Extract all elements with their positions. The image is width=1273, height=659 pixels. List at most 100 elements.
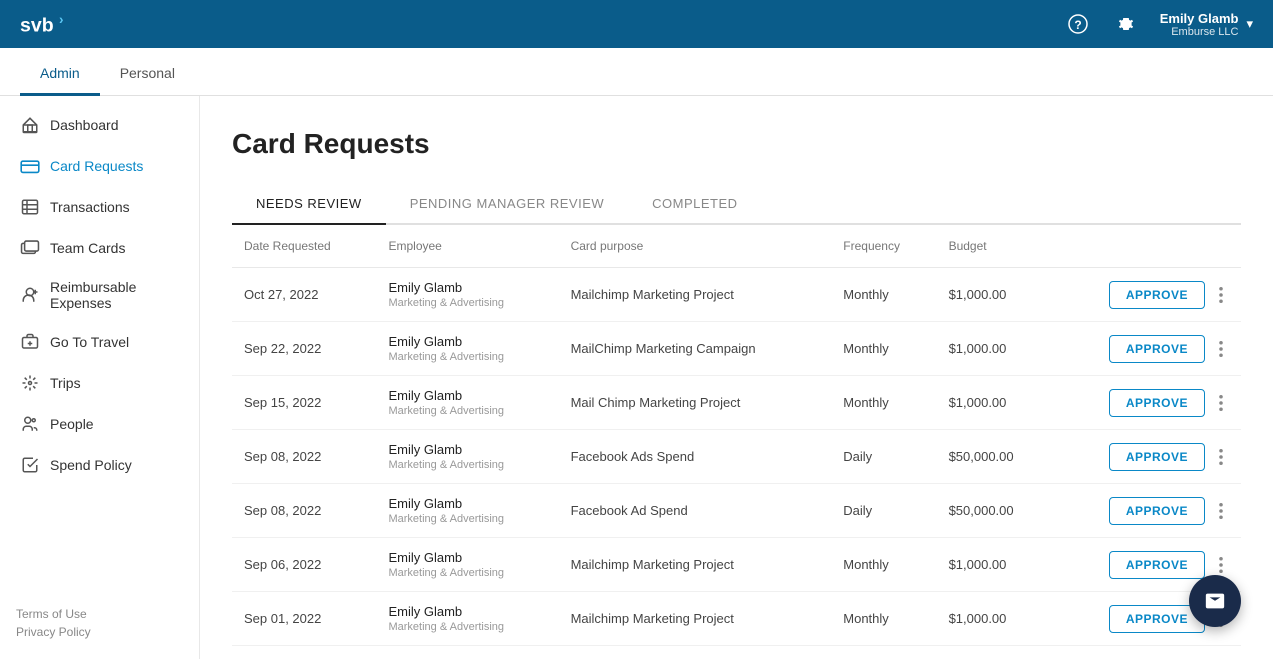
purpose-cell: MailChimp Marketing Campaign [559,322,832,376]
approve-button[interactable]: APPROVE [1109,551,1205,579]
sidebar-item-people-label: People [50,416,94,432]
employee-name: Emily Glamb [388,604,546,619]
frequency-cell: Monthly [831,376,936,430]
employee-dept: Marketing & Advertising [388,567,546,579]
table-body: Oct 27, 2022 Emily Glamb Marketing & Adv… [232,268,1241,659]
user-menu[interactable]: Emily Glamb Emburse LLC ▾ [1160,11,1253,38]
approve-button[interactable]: APPROVE [1109,389,1205,417]
date-cell: Oct 27, 2022 [232,268,376,322]
user-chevron: ▾ [1246,16,1253,32]
user-company: Emburse LLC [1171,26,1238,38]
help-icon[interactable]: ? [1064,10,1092,38]
sidebar-item-trips-label: Trips [50,375,81,391]
sidebar-item-people[interactable]: People [4,404,195,444]
actions-cell: APPROVE [1053,322,1241,376]
sidebar-item-card-requests[interactable]: Card Requests [4,146,195,186]
travel-icon [20,332,40,352]
team-cards-icon [20,238,40,258]
employee-name: Emily Glamb [388,334,546,349]
sidebar-item-spend-policy-label: Spend Policy [50,457,132,473]
frequency-cell: Monthly [831,268,936,322]
employee-cell: Emily Glamb Marketing & Advertising [376,592,558,646]
sidebar-item-dashboard[interactable]: Dashboard [4,105,195,145]
tab-pending-manager-review[interactable]: PENDING MANAGER REVIEW [386,184,628,225]
date-cell: Sep 22, 2022 [232,322,376,376]
actions-cell: APPROVE [1053,268,1241,322]
content-tabs: NEEDS REVIEW PENDING MANAGER REVIEW COMP… [232,184,1241,225]
privacy-policy-link[interactable]: Privacy Policy [16,625,183,639]
svg-text:?: ? [1074,18,1081,32]
col-employee: Employee [376,225,558,268]
frequency-cell: Monthly [831,322,936,376]
employee-name: Emily Glamb [388,280,546,295]
sidebar-item-go-to-travel-label: Go To Travel [50,334,129,350]
svg-text:›: › [59,12,64,27]
sidebar-item-transactions[interactable]: Transactions [4,187,195,227]
top-nav: svb › ? Emily Glamb Emburse LLC ▾ [0,0,1273,48]
sidebar-item-team-cards[interactable]: Team Cards [4,228,195,268]
layout: Dashboard Card Requests [0,96,1273,659]
table-row: Sep 08, 2022 Emily Glamb Marketing & Adv… [232,484,1241,538]
frequency-cell: Daily [831,430,936,484]
more-options-button[interactable] [1213,391,1229,415]
house-icon [20,115,40,135]
approve-button[interactable]: APPROVE [1109,443,1205,471]
table-row: Aug 25, 2022 Emily Glamb Marketing & Adv… [232,646,1241,659]
approve-button[interactable]: APPROVE [1109,335,1205,363]
frequency-cell: Monthly [831,538,936,592]
terms-of-use-link[interactable]: Terms of Use [16,607,183,621]
page-title: Card Requests [232,128,1241,160]
approve-button[interactable]: APPROVE [1109,281,1205,309]
purpose-cell: Mailchimp Marketing Project [559,268,832,322]
more-options-button[interactable] [1213,553,1229,577]
logo[interactable]: svb › [20,9,80,39]
tab-personal[interactable]: Personal [100,53,195,96]
table-head: Date Requested Employee Card purpose Fre… [232,225,1241,268]
budget-cell: $1,000.00 [937,592,1053,646]
sidebar-item-reimbursable-expenses[interactable]: Reimbursable Expenses [4,269,195,321]
col-frequency: Frequency [831,225,936,268]
date-cell: Sep 15, 2022 [232,376,376,430]
sidebar-footer: Terms of Use Privacy Policy [0,591,199,659]
date-cell: Aug 25, 2022 [232,646,376,659]
tab-completed[interactable]: COMPLETED [628,184,761,225]
employee-dept: Marketing & Advertising [388,621,546,633]
actions-cell: APPROVE [1053,430,1241,484]
date-cell: Sep 06, 2022 [232,538,376,592]
more-options-button[interactable] [1213,499,1229,523]
table-row: Sep 15, 2022 Emily Glamb Marketing & Adv… [232,376,1241,430]
sidebar-item-go-to-travel[interactable]: Go To Travel [4,322,195,362]
purpose-cell: Facebook Ads Spend [559,430,832,484]
actions-cell: APPROVE [1053,646,1241,659]
sidebar-item-trips[interactable]: Trips [4,363,195,403]
employee-cell: Emily Glamb Marketing & Advertising [376,484,558,538]
employee-name: Emily Glamb [388,442,546,457]
approve-button[interactable]: APPROVE [1109,497,1205,525]
table-row: Sep 08, 2022 Emily Glamb Marketing & Adv… [232,430,1241,484]
budget-cell: $50,000.00 [937,484,1053,538]
employee-name: Emily Glamb [388,496,546,511]
table-row: Oct 27, 2022 Emily Glamb Marketing & Adv… [232,268,1241,322]
col-actions [1053,225,1241,268]
card-requests-table: Date Requested Employee Card purpose Fre… [232,225,1241,659]
main-content: Card Requests NEEDS REVIEW PENDING MANAG… [200,96,1273,659]
employee-dept: Marketing & Advertising [388,297,546,309]
purpose-cell: Mail Chimp Marketing Project [559,376,832,430]
sidebar-item-transactions-label: Transactions [50,199,130,215]
employee-cell: Emily Glamb Marketing & Advertising [376,268,558,322]
more-options-button[interactable] [1213,445,1229,469]
employee-cell: Emily Glamb Marketing & Advertising [376,430,558,484]
settings-icon[interactable] [1112,10,1140,38]
fab-button[interactable] [1189,575,1241,627]
budget-cell: $50,000.00 [937,430,1053,484]
more-options-button[interactable] [1213,283,1229,307]
employee-dept: Marketing & Advertising [388,351,546,363]
budget-cell: $1,000.00 [937,538,1053,592]
more-options-button[interactable] [1213,337,1229,361]
tab-bar: Admin Personal [0,48,1273,96]
sidebar-item-spend-policy[interactable]: Spend Policy [4,445,195,485]
tab-admin[interactable]: Admin [20,53,100,96]
sidebar-item-reimbursable-expenses-label: Reimbursable Expenses [50,279,179,311]
employee-dept: Marketing & Advertising [388,513,546,525]
tab-needs-review[interactable]: NEEDS REVIEW [232,184,386,225]
